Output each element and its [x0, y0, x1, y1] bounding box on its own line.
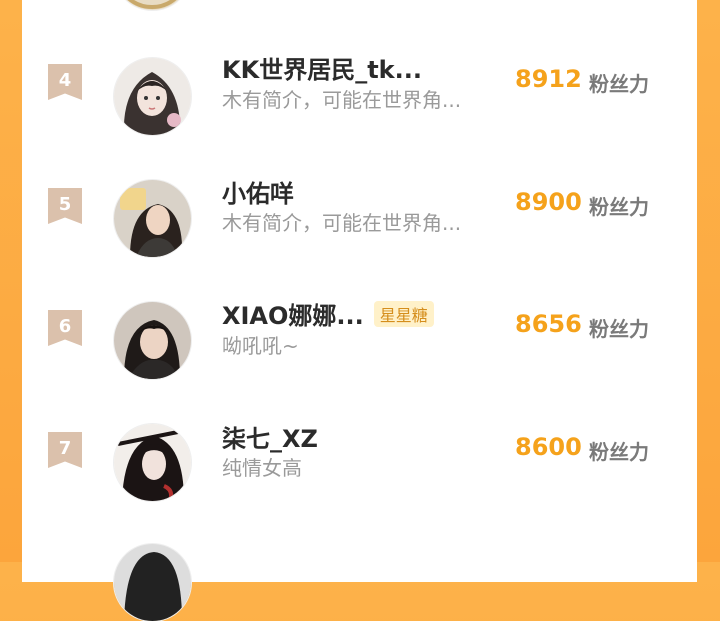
fan-score-unit: 粉丝力	[589, 440, 649, 464]
fan-score-unit: 粉丝力	[589, 72, 649, 96]
fan-score: 8900	[515, 188, 582, 216]
leaderboard-card: 4 KK世界居民_tk... 木有简介，可能在世界角... 8912 粉丝力 5	[22, 0, 697, 621]
avatar-rank-8[interactable]	[114, 544, 191, 621]
rank-ribbon: 5	[48, 188, 82, 224]
list-item[interactable]: 5 小佑咩 木有简介，可能在世界角... 8900 粉丝力	[22, 180, 697, 290]
user-bio: 木有简介，可能在世界角...	[222, 88, 462, 112]
avatar[interactable]	[114, 424, 191, 501]
user-bio: 纯情女高	[222, 456, 302, 480]
fan-score-unit: 粉丝力	[589, 317, 649, 341]
list-item[interactable]: 6 XIAO娜娜... 星星糖 呦吼吼~ 8656 粉丝力	[22, 301, 697, 412]
user-name[interactable]: 柒七_XZ	[222, 419, 318, 454]
rank-ribbon: 4	[48, 64, 82, 100]
avatar[interactable]	[114, 58, 191, 135]
user-name[interactable]: 小佑咩	[222, 174, 294, 209]
user-bio: 木有简介，可能在世界角...	[222, 211, 462, 235]
avatar-rank-3[interactable]	[114, 0, 191, 10]
fan-score: 8912	[515, 65, 582, 93]
rank-ribbon: 7	[48, 432, 82, 468]
user-tag-badge: 星星糖	[373, 301, 434, 327]
fan-score-unit: 粉丝力	[589, 195, 649, 219]
user-bio: 呦吼吼~	[222, 334, 299, 358]
rank-ribbon: 6	[48, 310, 82, 346]
avatar[interactable]	[114, 180, 191, 257]
fan-score: 8656	[515, 310, 582, 338]
avatar[interactable]	[114, 302, 191, 379]
user-name[interactable]: KK世界居民_tk...	[222, 50, 422, 85]
fan-score: 8600	[515, 433, 582, 461]
user-name[interactable]: XIAO娜娜... 星星糖	[222, 296, 434, 331]
list-item[interactable]: 7 柒七_XZ 纯情女高 8600 粉丝力	[22, 424, 697, 534]
list-item[interactable]: 4 KK世界居民_tk... 木有简介，可能在世界角... 8912 粉丝力	[22, 56, 697, 168]
